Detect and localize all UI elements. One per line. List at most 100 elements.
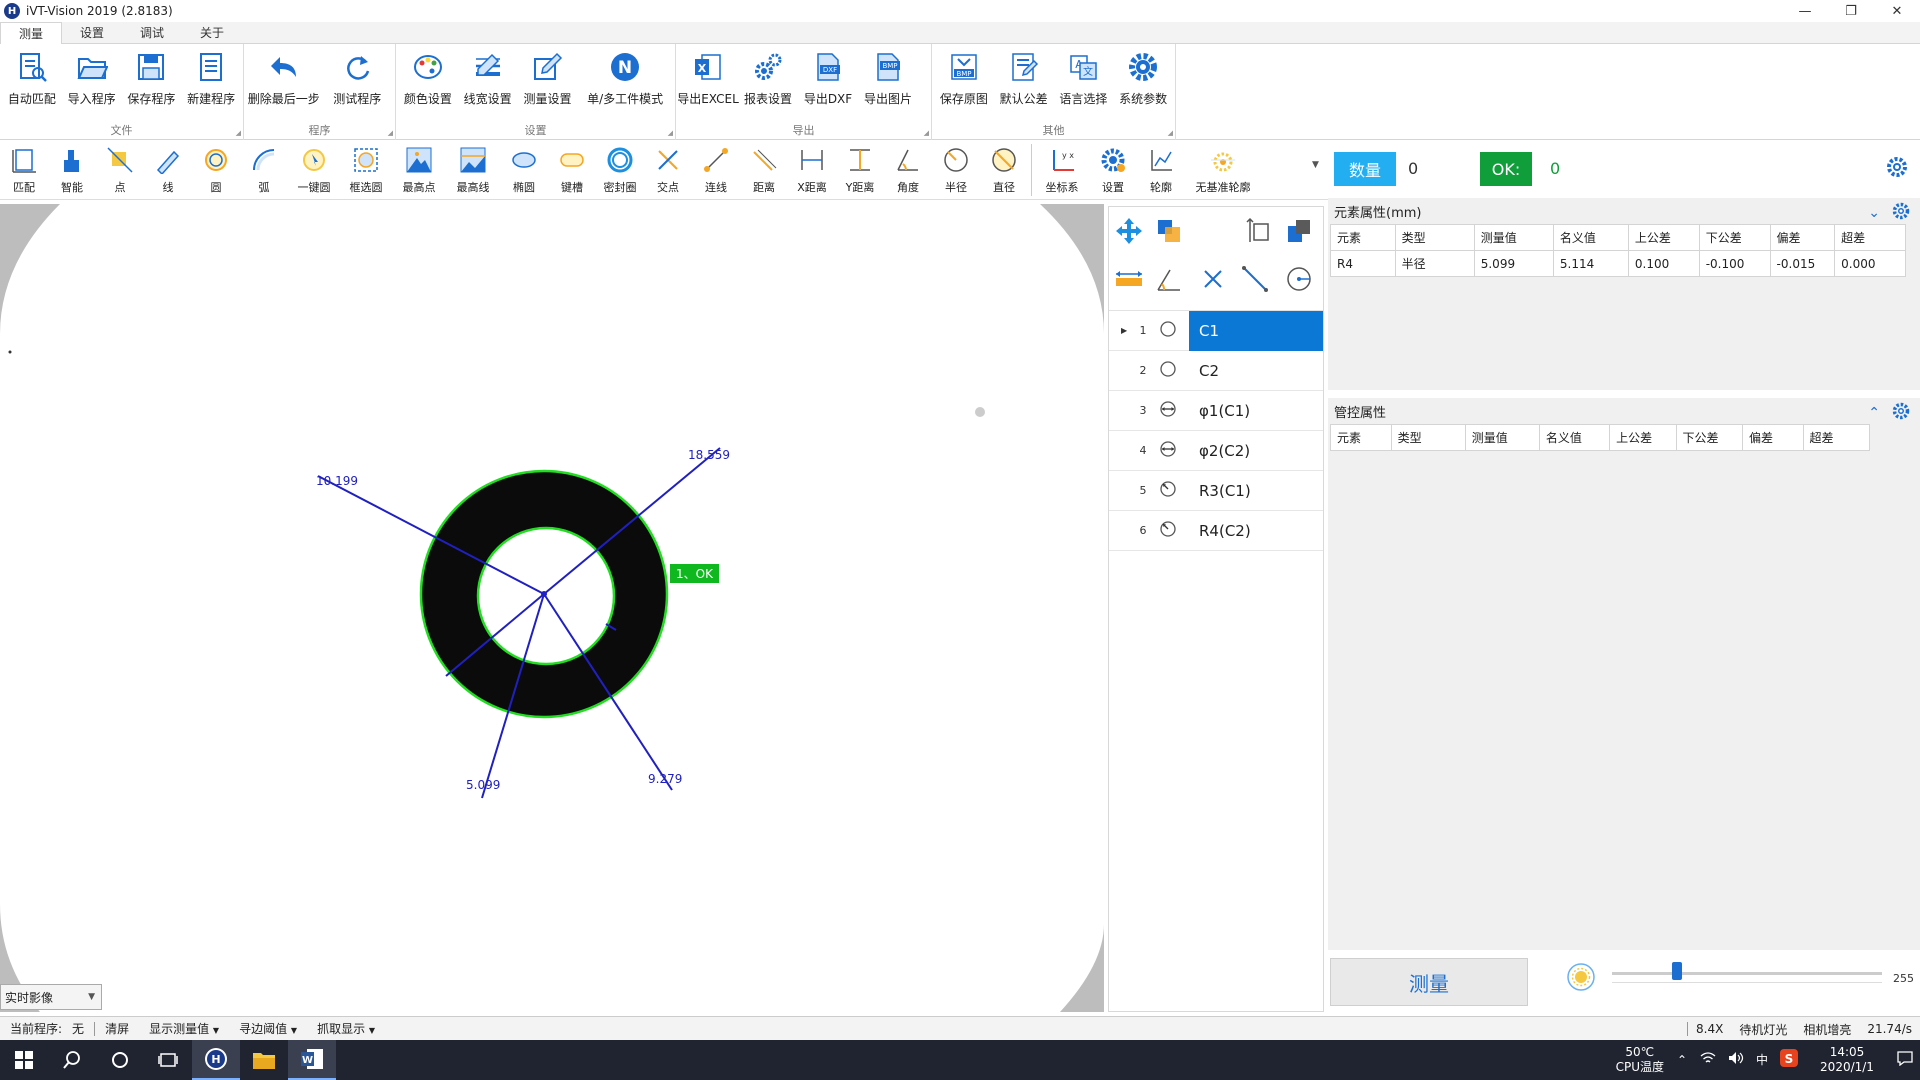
save-original-image-button[interactable]: BMP 保存原图 [934,44,994,120]
single-multi-mode-button[interactable]: N 单/多工件模式 [577,44,673,120]
delete-last-step-button[interactable]: 删除最后一步 [246,44,321,120]
line-width-settings-button[interactable]: 线宽设置 [458,44,518,120]
element-row[interactable]: 4 φ2(C2) [1109,431,1323,471]
task-view-icon[interactable] [144,1040,192,1080]
control-gear-icon[interactable] [1892,402,1910,424]
measure-button[interactable]: 测量 [1330,958,1528,1006]
align-icon[interactable] [1241,213,1277,249]
tool-distance-button[interactable]: 距离 [740,140,788,200]
light-slider-thumb[interactable] [1672,962,1682,980]
properties-gear-icon[interactable] [1892,202,1910,224]
capture-display-dropdown[interactable]: 抓取显示 ▼ [307,1020,385,1037]
gears-icon [751,50,785,84]
tab-settings[interactable]: 设置 [62,22,122,43]
sogou-ime-icon[interactable]: S [1774,1049,1804,1071]
notification-icon[interactable] [1890,1050,1920,1070]
ruler-icon[interactable] [1111,261,1147,297]
tool-circle-button[interactable]: 圆 [192,140,240,200]
toolstrip-more-icon[interactable]: ▼ [1312,160,1319,170]
default-tolerance-button[interactable]: 默认公差 [994,44,1054,120]
tab-about[interactable]: 关于 [182,22,242,43]
test-program-button[interactable]: 测试程序 [321,44,393,120]
stats-gear-icon[interactable] [1886,156,1908,181]
export-excel-button[interactable]: X 导出EXCEL [677,44,739,120]
tool-highest-line-button[interactable]: 最高线 [446,140,500,200]
tool-y-distance-button[interactable]: Y距离 [836,140,884,200]
live-image-select[interactable]: 实时影像 ▼ [0,984,102,1010]
tool-connect-line-button[interactable]: 连线 [692,140,740,200]
tool-box-circle-button[interactable]: 框选圆 [340,140,392,200]
export-dxf-button[interactable]: DXF 导出DXF [798,44,858,120]
edge-threshold-dropdown[interactable]: 寻边阈值 ▼ [229,1020,307,1037]
tab-debug[interactable]: 调试 [122,22,182,43]
export-image-button[interactable]: BMP 导出图片 [858,44,918,120]
system-params-button[interactable]: 系统参数 [1113,44,1173,120]
save-program-button[interactable]: 保存程序 [122,44,182,120]
light-slider-track[interactable] [1612,972,1882,975]
tool-ellipse-button[interactable]: 椭圆 [500,140,548,200]
element-row[interactable]: ▶ 1 C1 [1109,310,1323,351]
windows-start-icon[interactable] [0,1040,48,1080]
tool-point-button[interactable]: 点 [96,140,144,200]
tool-intersection-button[interactable]: 交点 [644,140,692,200]
table-cell: 5.099 [1473,250,1554,277]
tool-coordinate-system-button[interactable]: y x 坐标系 [1035,140,1089,200]
tool-diameter-button[interactable]: 直径 [980,140,1028,200]
tool-contour-button[interactable]: 轮廓 [1137,140,1185,200]
ribbon-group-file: 自动匹配 导入程序 保存程序 新建程序 文件 [0,44,244,140]
network-icon[interactable] [1694,1051,1722,1069]
angle-icon[interactable] [1151,261,1187,297]
table-row[interactable]: R4 半径 5.099 5.114 0.100 -0.100 -0.015 0.000 [1330,250,1906,277]
element-row[interactable]: 5 R3(C1) [1109,471,1323,511]
intersection-icon[interactable] [1195,261,1231,297]
element-row[interactable]: 6 R4(C2) [1109,511,1323,551]
tool-highest-point-button[interactable]: 最高点 [392,140,446,200]
tool-line-button[interactable]: 线 [144,140,192,200]
light-icon[interactable] [1566,962,1596,995]
system-tray: 50℃ CPU温度 ⌃ 中 S 14:05 2020/1/1 [1610,1040,1920,1080]
move-icon[interactable] [1111,213,1147,249]
copy-shape-icon[interactable] [1151,213,1187,249]
tool-seal-ring-button[interactable]: 密封圈 [596,140,644,200]
tool-arc-button[interactable]: 弧 [240,140,288,200]
element-row[interactable]: 3 φ1(C1) [1109,391,1323,431]
import-program-button[interactable]: 导入程序 [62,44,122,120]
camera-image-view[interactable]: 10.199 18.559 5.099 9.279 1、OK [0,204,1104,1012]
line-tool-icon[interactable] [1237,261,1273,297]
tool-x-distance-button[interactable]: X距离 [788,140,836,200]
tool-match-button[interactable]: 匹配 [0,140,48,200]
circle-tool-icon[interactable] [1281,261,1317,297]
layer-icon[interactable] [1281,213,1317,249]
auto-match-button[interactable]: 自动匹配 [2,44,62,120]
measure-settings-button[interactable]: 测量设置 [518,44,578,120]
tool-one-click-circle-button[interactable]: 一键圆 [288,140,340,200]
ime-indicator[interactable]: 中 [1750,1053,1774,1068]
restore-button[interactable]: ❐ [1828,0,1874,22]
ivt-vision-taskbar-icon[interactable]: H [192,1040,240,1080]
tray-up-icon[interactable]: ⌃ [1670,1053,1694,1068]
tool-radius-button[interactable]: 半径 [932,140,980,200]
color-settings-button[interactable]: 颜色设置 [398,44,458,120]
report-settings-button[interactable]: 报表设置 [738,44,798,120]
language-select-button[interactable]: A文 语言选择 [1054,44,1114,120]
file-explorer-icon[interactable] [240,1040,288,1080]
clear-screen-button[interactable]: 清屏 [95,1020,139,1037]
search-icon[interactable] [48,1040,96,1080]
collapse-chevron-icon[interactable]: ⌄ [1868,205,1880,221]
new-program-button[interactable]: 新建程序 [181,44,241,120]
tool-smart-button[interactable]: 智能 [48,140,96,200]
close-button[interactable]: ✕ [1874,0,1920,22]
tool-settings-button[interactable]: 设置 [1089,140,1137,200]
tool-no-ref-contour-button[interactable]: 无基准轮廓 [1185,140,1261,200]
show-values-dropdown[interactable]: 显示测量值 ▼ [139,1020,229,1037]
element-row[interactable]: 2 C2 [1109,351,1323,391]
tool-angle-button[interactable]: 角度 [884,140,932,200]
tool-keyway-button[interactable]: 键槽 [548,140,596,200]
cortana-icon[interactable] [96,1040,144,1080]
volume-icon[interactable] [1722,1051,1750,1069]
minimize-button[interactable]: — [1782,0,1828,22]
expand-chevron-icon[interactable]: ⌃ [1868,405,1880,421]
clock[interactable]: 14:05 2020/1/1 [1804,1045,1890,1075]
tab-measure[interactable]: 测量 [0,22,63,44]
word-icon[interactable]: W [288,1040,336,1080]
